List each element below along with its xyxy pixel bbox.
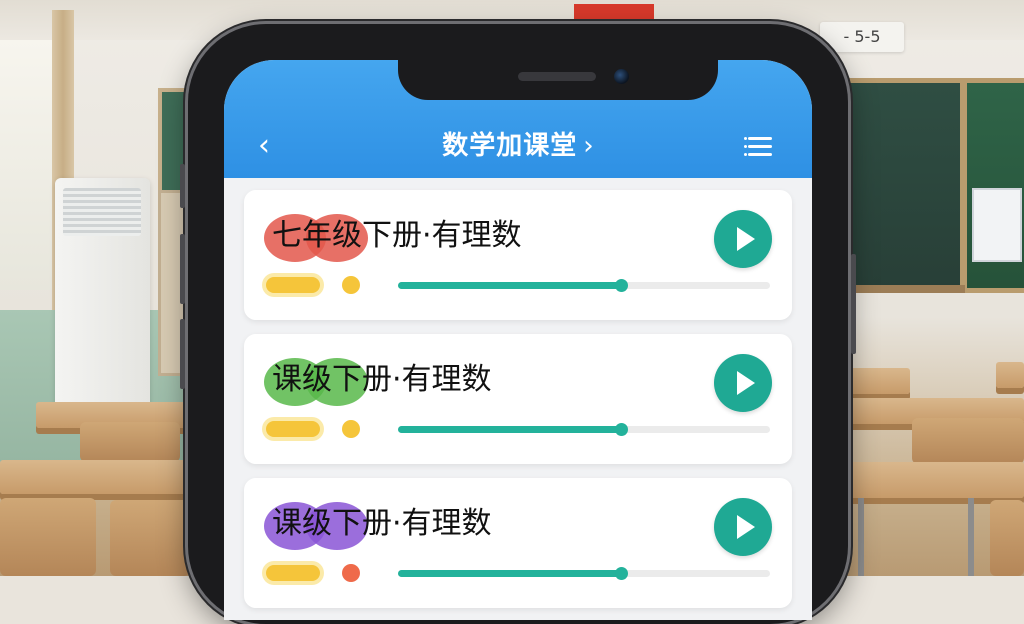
tag-pill [266,277,320,293]
lesson-list: 七年级下册·有理数 课级下册·有理数 课级下册·有理数 [244,190,792,620]
phone: ‹ 数学加课堂 › 七年级下册·有理数 课级下册·有理数 课级下册·有理数 [180,24,856,624]
front-camera [614,69,629,84]
lesson-title: 课级下册·有理数 [272,506,492,541]
desk [996,362,1024,388]
play-icon[interactable] [714,210,772,268]
list-icon[interactable] [742,128,778,164]
lesson-title: 七年级下册·有理数 [272,218,522,253]
play-icon[interactable] [714,354,772,412]
lesson-title: 课级下册·有理数 [272,362,492,397]
phone-screen: ‹ 数学加课堂 › 七年级下册·有理数 课级下册·有理数 课级下册·有理数 [224,60,812,620]
progress-bar[interactable] [398,279,770,292]
speaker [518,72,596,81]
blackboard [845,78,965,293]
progress-handle[interactable] [615,423,629,436]
chalk-tray [845,285,965,293]
progress-fill [398,426,622,433]
desk-leg [968,498,974,576]
chair [80,422,180,462]
chair [990,500,1024,576]
status-dot [342,564,360,582]
notch [398,60,718,100]
lesson-card[interactable]: 课级下册·有理数 [244,478,792,608]
volume-down-button [180,319,185,389]
lesson-card[interactable]: 七年级下册·有理数 [244,190,792,320]
lesson-card[interactable]: 课级下册·有理数 [244,334,792,464]
window [0,40,58,290]
chair [912,418,1024,464]
play-icon[interactable] [714,498,772,556]
desk [850,368,910,394]
status-dot [342,276,360,294]
chevron-right-icon: › [583,131,594,161]
progress-fill [398,282,622,289]
title-dropdown[interactable]: 数学加课堂 › [224,126,812,166]
progress-bar[interactable] [398,423,770,436]
wall-sign: - 5-5 [820,22,904,52]
page-title: 数学加课堂 [442,131,578,161]
status-dot [342,420,360,438]
desk-leg [858,498,864,576]
mute-switch [180,164,185,208]
tag-pill [266,421,320,437]
progress-handle[interactable] [615,279,629,292]
tag-pill [266,565,320,581]
volume-up-button [180,234,185,304]
chair [0,498,96,576]
air-conditioner [55,178,150,408]
flag [574,4,654,24]
desk [850,462,1024,498]
desk [0,460,190,494]
poster [972,188,1022,262]
power-button [851,254,856,354]
progress-handle[interactable] [615,567,629,580]
chair [110,500,190,576]
